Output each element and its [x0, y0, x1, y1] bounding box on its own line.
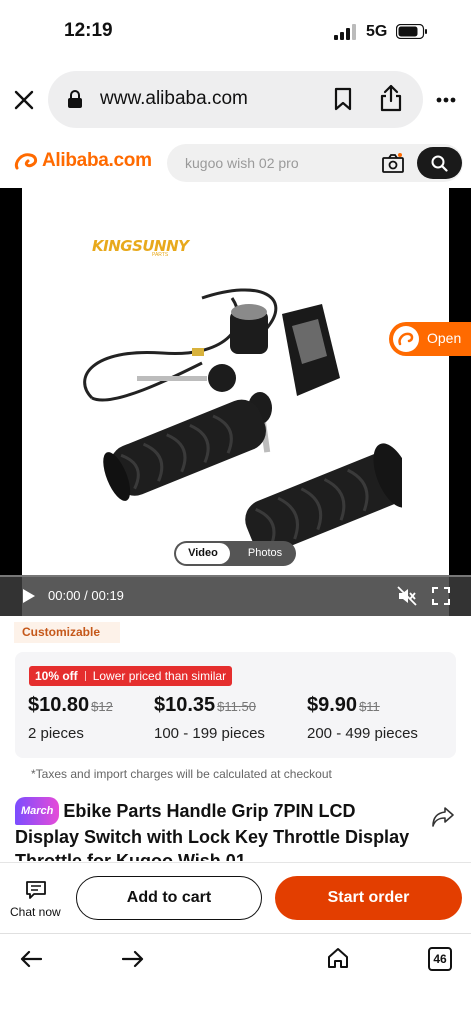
tab-photos[interactable]: Photos — [238, 543, 292, 564]
address-field[interactable]: www.alibaba.com — [48, 71, 423, 128]
tier-price: $10.80 — [28, 694, 90, 716]
tier-quantity: 2 pieces — [28, 725, 84, 742]
site-header: Alibaba.com kugoo wish 02 pro — [0, 138, 471, 188]
tier-price: $10.35 — [154, 694, 216, 716]
media-toggle: Video Photos — [174, 541, 296, 566]
mute-icon[interactable] — [397, 586, 417, 606]
action-bar: Chat now Add to cart Start order — [0, 862, 471, 932]
open-in-app-button[interactable]: Open — [389, 322, 471, 356]
price-card: 10% off Lower priced than similar $10.80… — [15, 652, 456, 758]
customizable-tag: Customizable — [14, 622, 120, 643]
product-title-text: Ebike Parts Handle Grip 7PIN LCD Display… — [15, 801, 410, 861]
tier-old-price: $12 — [91, 699, 113, 714]
signal-icon — [334, 24, 356, 40]
chat-icon[interactable] — [25, 880, 47, 900]
back-arrow-icon[interactable] — [20, 950, 42, 968]
close-icon[interactable] — [12, 88, 36, 112]
forward-arrow-icon[interactable] — [122, 950, 144, 968]
status-bar: 12:19 5G — [0, 0, 471, 64]
product-image-frame: KINGSUNNY PARTS Video Photos — [22, 188, 449, 616]
alibaba-app-icon — [393, 326, 419, 352]
open-label: Open — [427, 330, 462, 346]
chat-now-label[interactable]: Chat now — [10, 905, 61, 919]
play-icon[interactable] — [22, 588, 36, 604]
video-progress[interactable] — [0, 575, 471, 577]
brand-mark: KINGSUNNY — [92, 237, 189, 255]
search-icon — [431, 155, 448, 172]
start-order-button[interactable]: Start order — [275, 876, 462, 920]
deal-divider — [84, 671, 86, 681]
tier-quantity: 100 - 199 pieces — [154, 725, 265, 742]
product-image — [83, 288, 402, 553]
search-button[interactable] — [417, 147, 462, 179]
camera-search-icon[interactable] — [382, 153, 404, 173]
alibaba-logo[interactable]: Alibaba.com — [14, 150, 152, 172]
march-badge: March — [15, 797, 60, 825]
video-controls: 00:00 / 00:19 — [0, 575, 471, 616]
deal-badge: 10% off Lower priced than similar — [29, 666, 233, 686]
browser-url-bar: www.alibaba.com — [0, 64, 471, 136]
lock-icon — [68, 90, 82, 108]
share-icon[interactable] — [379, 84, 403, 112]
battery-icon — [396, 24, 427, 39]
tier-old-price: $11.50 — [217, 699, 256, 714]
tier-old-price: $11 — [359, 699, 380, 714]
product-title: March Ebike Parts Handle Grip 7PIN LCD Di… — [15, 797, 415, 861]
network-label: 5G — [366, 23, 388, 40]
logo-text: Alibaba.com — [42, 150, 152, 171]
price-tier: $10.80 $12 2 pieces — [28, 694, 113, 742]
fullscreen-icon[interactable] — [432, 587, 450, 605]
more-options-icon[interactable] — [436, 96, 456, 104]
product-media[interactable]: KINGSUNNY PARTS Video Photos Open 00:00 … — [0, 188, 471, 616]
tier-quantity: 200 - 499 pieces — [307, 725, 418, 742]
search-placeholder: kugoo wish 02 pro — [185, 155, 299, 171]
tab-video[interactable]: Video — [176, 543, 230, 564]
add-to-cart-button[interactable]: Add to cart — [76, 876, 262, 920]
browser-nav-bar: 46 — [0, 933, 471, 1020]
home-icon[interactable] — [327, 947, 349, 969]
search-input[interactable]: kugoo wish 02 pro — [167, 144, 463, 182]
product-title-block: March Ebike Parts Handle Grip 7PIN LCD Di… — [15, 797, 415, 861]
discount-label: 10% off — [35, 669, 78, 683]
share-product-icon[interactable] — [431, 806, 455, 828]
url-text: www.alibaba.com — [100, 88, 248, 109]
bookmark-icon[interactable] — [333, 87, 353, 111]
status-time: 12:19 — [64, 20, 113, 41]
price-tier: $9.90 $11 200 - 499 pieces — [307, 694, 418, 742]
tax-note: *Taxes and import charges will be calcul… — [31, 767, 332, 781]
tabs-count-button[interactable]: 46 — [428, 947, 452, 971]
price-tier: $10.35 $11.50 100 - 199 pieces — [154, 694, 265, 742]
deal-note: Lower priced than similar — [92, 669, 227, 683]
alibaba-logo-icon — [14, 153, 38, 170]
brand-sub: PARTS — [152, 252, 169, 258]
video-time: 00:00 / 00:19 — [48, 588, 124, 603]
tier-price: $9.90 — [307, 694, 358, 716]
